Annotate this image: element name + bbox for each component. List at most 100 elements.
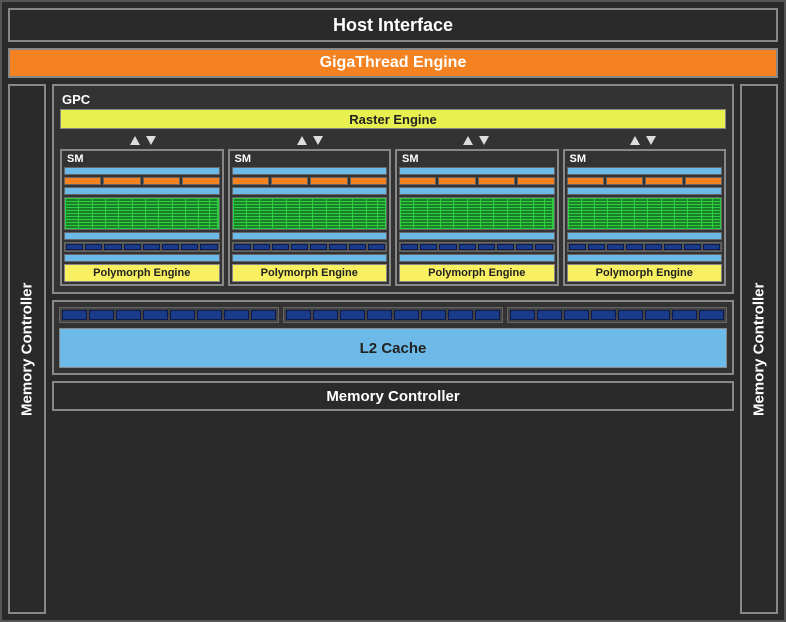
core-cell	[702, 211, 712, 213]
core-cell	[234, 208, 246, 210]
core-cell	[582, 211, 594, 213]
core-cell	[66, 208, 78, 210]
sm-bar-top	[64, 167, 220, 175]
core-cell	[234, 223, 246, 225]
core-cell	[234, 211, 246, 213]
core-cell	[186, 214, 198, 216]
core-cell	[119, 202, 131, 204]
core-cell	[534, 199, 544, 201]
core-cell	[569, 217, 581, 219]
dark-seg	[181, 244, 198, 250]
core-cell	[300, 220, 312, 222]
core-cell	[367, 223, 377, 225]
memory-controller-left: Memory Controller	[8, 84, 46, 614]
core-cell	[173, 202, 185, 204]
core-cell	[468, 214, 480, 216]
core-cell	[287, 205, 299, 207]
core-cell	[173, 199, 185, 201]
core-cell	[608, 202, 620, 204]
core-cell	[273, 205, 285, 207]
core-cell	[186, 205, 198, 207]
sm-block: SMPolymorph Engine	[228, 149, 392, 286]
core-cell	[494, 214, 506, 216]
dark-seg	[66, 244, 83, 250]
core-cell	[622, 208, 634, 210]
core-cell	[186, 199, 198, 201]
core-cell	[582, 214, 594, 216]
core-cell	[595, 208, 607, 210]
core-cell	[159, 223, 171, 225]
core-cell	[494, 202, 506, 204]
core-cell	[521, 217, 533, 219]
sm-bar-top	[399, 167, 555, 175]
core-cell	[186, 217, 198, 219]
core-cell	[327, 205, 339, 207]
arrow-down-icon	[313, 136, 323, 145]
core-cell	[210, 217, 217, 219]
core-cell	[234, 217, 246, 219]
core-cell	[106, 220, 118, 222]
core-cell	[234, 226, 246, 228]
core-cell	[675, 199, 687, 201]
cache-seg	[367, 310, 392, 320]
core-cell	[534, 220, 544, 222]
core-cell	[106, 205, 118, 207]
core-cell	[454, 208, 466, 210]
host-interface-block: Host Interface	[8, 8, 778, 42]
cache-seg	[313, 310, 338, 320]
core-cell	[401, 223, 413, 225]
core-cell	[481, 202, 493, 204]
core-cell	[414, 217, 426, 219]
core-cell	[300, 199, 312, 201]
core-cell	[595, 211, 607, 213]
core-cell	[648, 220, 660, 222]
orange-seg	[685, 177, 722, 185]
core-cell	[401, 214, 413, 216]
dark-seg	[85, 244, 102, 250]
core-cell	[622, 220, 634, 222]
core-cell	[273, 202, 285, 204]
core-cell	[648, 223, 660, 225]
core-cell	[146, 217, 158, 219]
polymorph-engine-block: Polymorph Engine	[64, 264, 220, 282]
core-cell	[401, 220, 413, 222]
core-cell	[582, 199, 594, 201]
core-cell	[545, 220, 552, 222]
core-cell	[534, 214, 544, 216]
core-cell	[133, 214, 145, 216]
core-cell	[353, 217, 365, 219]
core-cell	[340, 217, 352, 219]
core-cell	[378, 199, 385, 201]
cache-seg	[286, 310, 311, 320]
core-cell	[481, 217, 493, 219]
sm-row: SMPolymorph EngineSMPolymorph EngineSMPo…	[60, 149, 726, 286]
core-cell	[662, 217, 674, 219]
orange-seg	[606, 177, 643, 185]
core-cell	[79, 220, 91, 222]
core-cell	[367, 208, 377, 210]
core-cell	[287, 214, 299, 216]
orange-seg	[103, 177, 140, 185]
core-cell	[608, 199, 620, 201]
core-cell	[353, 226, 365, 228]
core-cell	[622, 211, 634, 213]
raster-engine-block: Raster Engine	[60, 109, 726, 129]
core-cell	[414, 214, 426, 216]
core-cell	[454, 199, 466, 201]
sm-dark-row	[399, 242, 555, 252]
core-cell	[66, 202, 78, 204]
dark-seg	[162, 244, 179, 250]
core-cell	[173, 217, 185, 219]
orange-seg	[350, 177, 387, 185]
core-cell	[608, 220, 620, 222]
cache-seg	[564, 310, 589, 320]
core-cell	[234, 205, 246, 207]
core-cell	[648, 211, 660, 213]
core-cell	[414, 220, 426, 222]
core-cell	[79, 205, 91, 207]
core-cell	[119, 205, 131, 207]
orange-seg	[567, 177, 604, 185]
core-cell	[378, 217, 385, 219]
core-cell	[146, 226, 158, 228]
core-cell	[313, 199, 325, 201]
